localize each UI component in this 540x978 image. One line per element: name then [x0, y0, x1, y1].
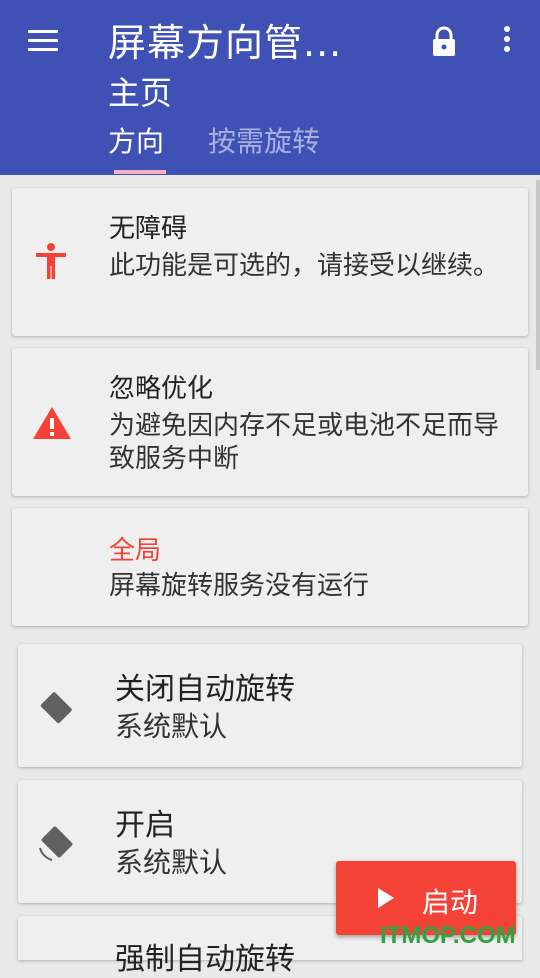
mode-title: 开启	[115, 808, 175, 843]
auto-rotate-icon	[39, 826, 73, 861]
tab-orientation[interactable]: 方向	[108, 120, 164, 160]
card-description: 此功能是可选的，请接受以继续。	[109, 251, 500, 281]
mode-title: 关闭自动旋转	[115, 672, 295, 707]
accessibility-card[interactable]: 无障碍 此功能是可选的，请接受以继续。	[12, 188, 528, 336]
card-title: 忽略优化	[109, 374, 214, 404]
more-vert-icon[interactable]	[500, 26, 514, 58]
card-title: 全局	[109, 536, 162, 566]
start-button-label: 启动	[422, 886, 479, 919]
warning-icon	[33, 407, 71, 439]
page-subtitle: 主页	[108, 74, 173, 112]
ignore-optimization-card[interactable]: 忽略优化 为避免因内存不足或电池不足而导致服务中断	[12, 348, 528, 496]
card-description: 为避免因内存不足或电池不足而导致服务中断	[109, 411, 500, 474]
mode-description: 系统默认	[115, 846, 228, 879]
card-title: 无障碍	[109, 214, 188, 244]
page-title: 屏幕方向管...	[108, 21, 343, 65]
scrollbar[interactable]	[536, 180, 540, 370]
menu-icon[interactable]	[28, 30, 58, 54]
tab-indicator	[114, 170, 166, 174]
mode-rotation-off[interactable]: 关闭自动旋转 系统默认	[18, 644, 522, 767]
mode-title: 强制自动旋转	[115, 942, 295, 977]
accessibility-icon	[36, 243, 66, 279]
card-description: 屏幕旋转服务没有运行	[109, 571, 370, 601]
global-card[interactable]: 全局 屏幕旋转服务没有运行	[12, 508, 528, 626]
lock-icon[interactable]	[430, 26, 458, 58]
mode-description: 系统默认	[115, 710, 228, 743]
tab-on-demand-rotate[interactable]: 按需旋转	[208, 120, 320, 160]
play-icon	[378, 888, 394, 908]
rotation-locked-icon	[40, 692, 72, 724]
watermark: ITMOP.COM	[380, 922, 516, 949]
app-bar: 屏幕方向管... 主页 方向 按需旋转	[0, 0, 540, 175]
